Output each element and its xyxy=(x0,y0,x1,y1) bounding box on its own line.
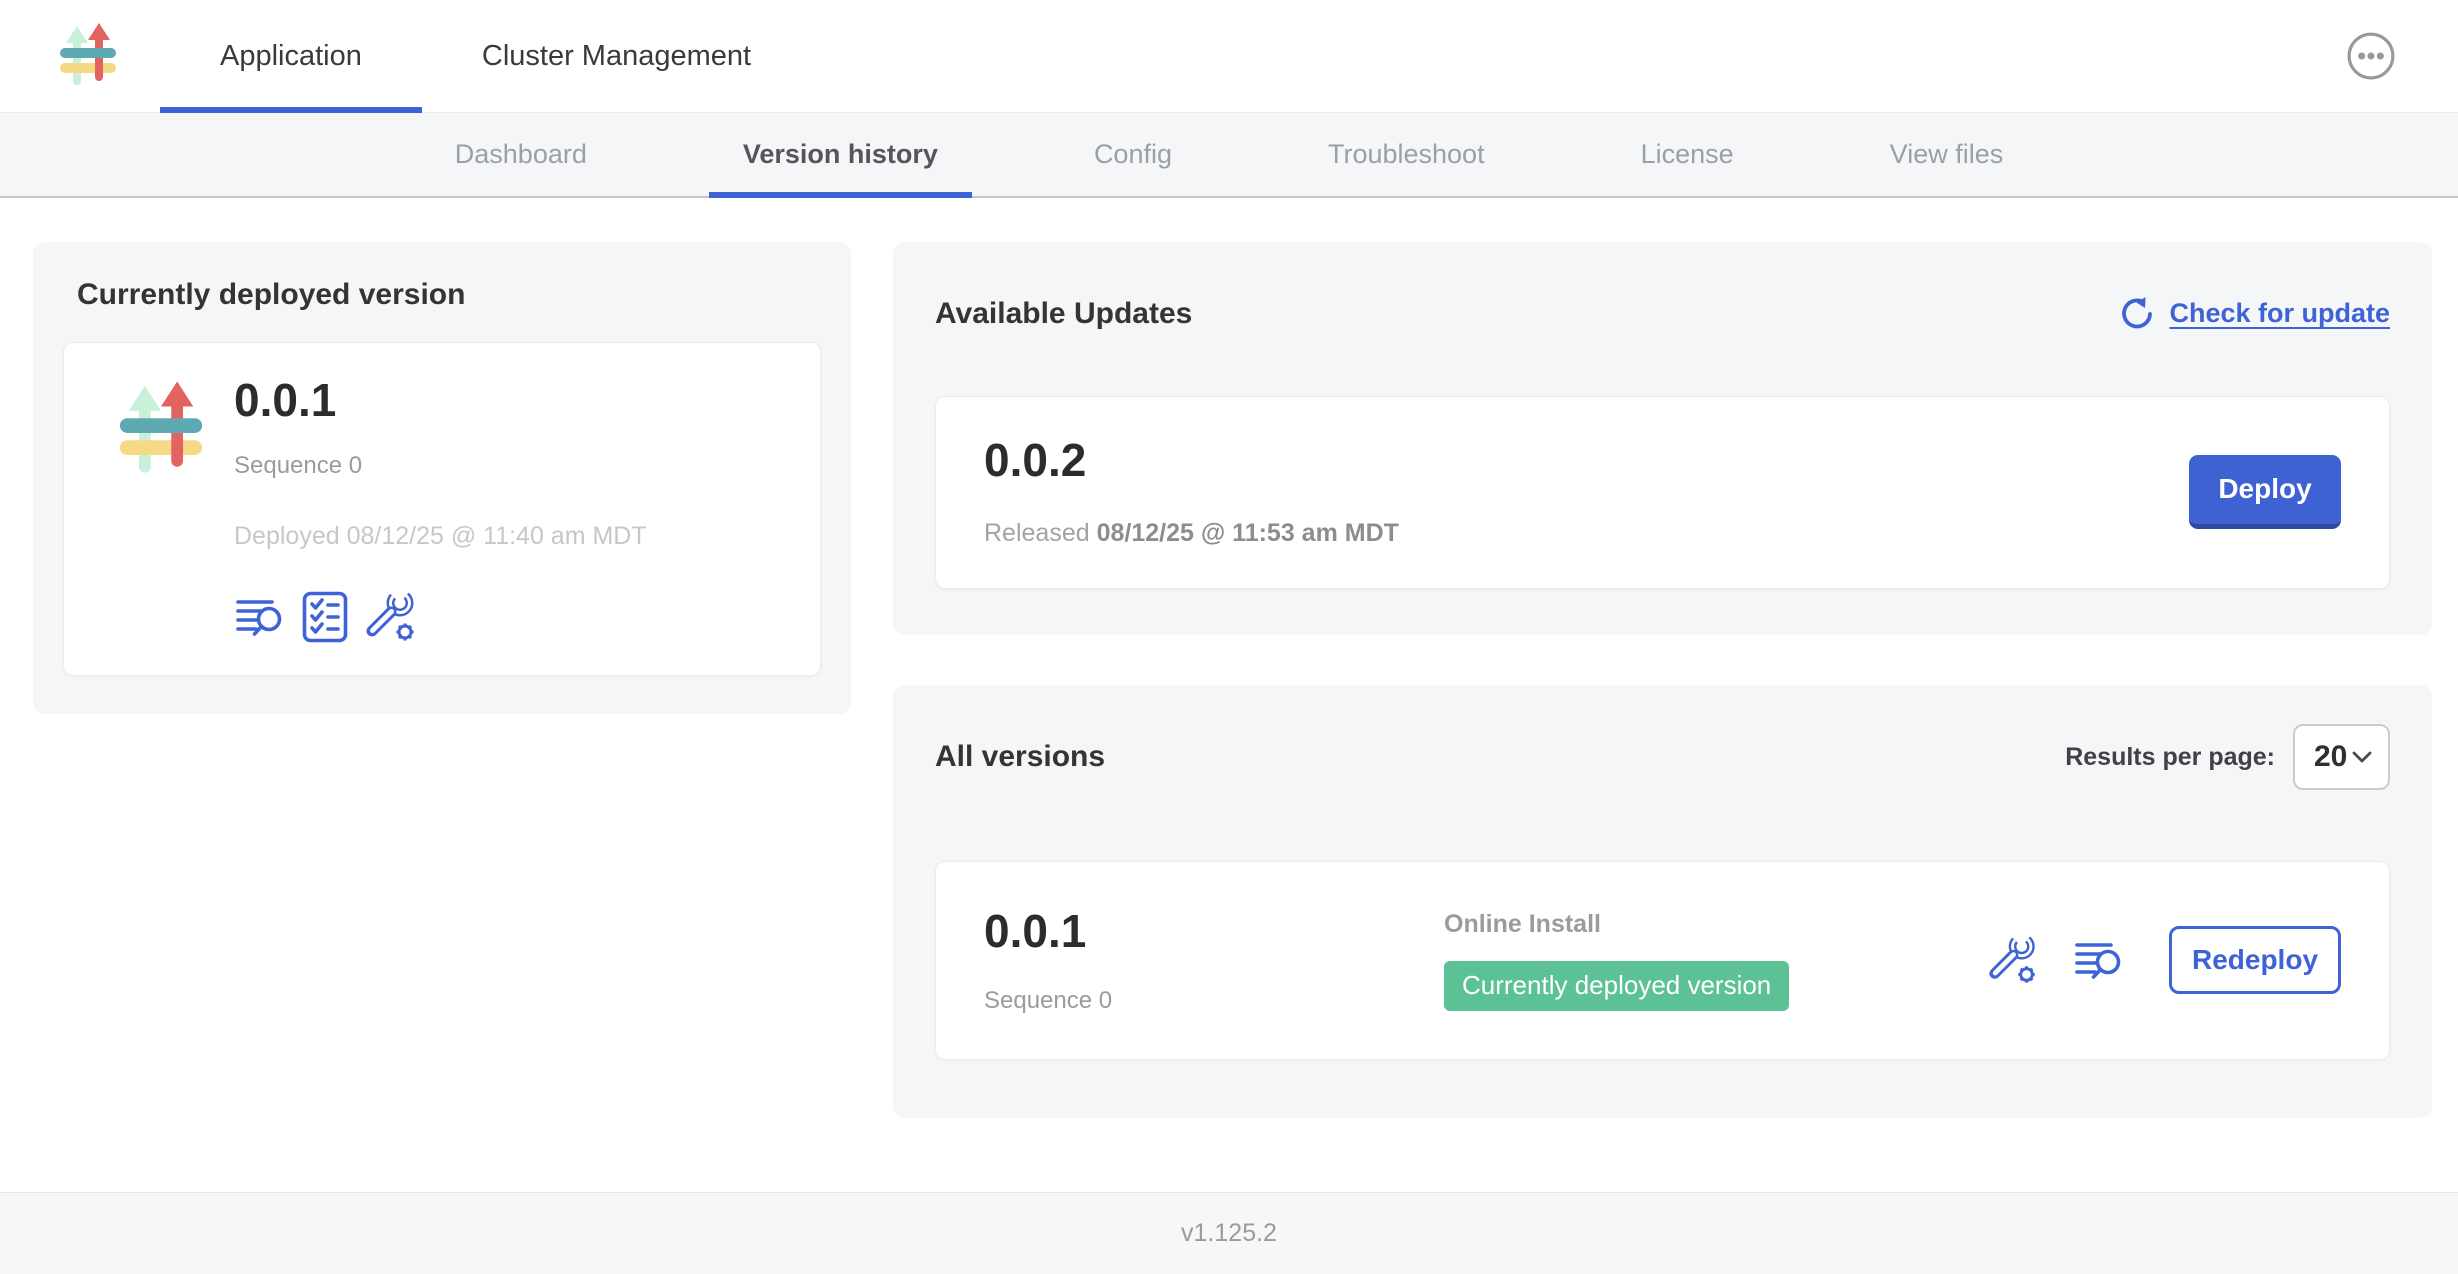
subnav-troubleshoot-label: Troubleshoot xyxy=(1328,139,1485,170)
released-prefix: Released xyxy=(984,519,1090,547)
version-row: 0.0.1 Sequence 0 Online Install Currentl… xyxy=(935,861,2390,1060)
version-row-info: 0.0.1 Sequence 0 xyxy=(984,906,1444,1015)
chevron-down-icon xyxy=(2351,750,2373,764)
current-version-actions xyxy=(234,589,647,645)
preflight-checks-button[interactable] xyxy=(302,591,348,643)
console-version: v1.125.2 xyxy=(1181,1219,1277,1248)
all-versions-card: All versions Results per page: 20 0.0.1 … xyxy=(893,685,2432,1117)
current-version-deployed-timestamp: Deployed 08/12/25 @ 11:40 am MDT xyxy=(234,522,647,551)
subnav-dashboard[interactable]: Dashboard xyxy=(421,113,621,196)
subnav-view-files[interactable]: View files xyxy=(1856,113,2038,196)
results-per-page-value: 20 xyxy=(2314,740,2347,774)
results-per-page-label: Results per page: xyxy=(2065,743,2275,772)
app-header: Application Cluster Management xyxy=(0,0,2458,113)
available-updates-title: Available Updates xyxy=(935,297,1192,331)
check-for-update-link[interactable]: Check for update xyxy=(2119,296,2390,332)
all-versions-title: All versions xyxy=(935,740,1105,774)
row-version-number: 0.0.1 xyxy=(984,906,1444,957)
subnav-config-label: Config xyxy=(1094,139,1172,170)
released-date: 08/12/25 @ 11:53 am MDT xyxy=(1097,519,1399,547)
current-version-panel: 0.0.1 Sequence 0 Deployed 08/12/25 @ 11:… xyxy=(63,342,821,676)
edit-config-icon xyxy=(364,589,420,645)
results-per-page-select[interactable]: 20 xyxy=(2293,724,2390,790)
tab-cluster-management-label: Cluster Management xyxy=(482,40,751,73)
tab-application[interactable]: Application xyxy=(160,0,422,112)
subnav-version-history-label: Version history xyxy=(743,139,938,170)
available-updates-card: Available Updates Check for update 0.0.2… xyxy=(893,242,2432,635)
deploy-button[interactable]: Deploy xyxy=(2189,455,2341,529)
subnav-version-history[interactable]: Version history xyxy=(709,113,972,196)
install-type-label: Online Install xyxy=(1444,910,1987,939)
available-update-row: 0.0.2 Released 08/12/25 @ 11:53 am MDT D… xyxy=(935,396,2390,590)
currently-deployed-card: Currently deployed version 0.0.1 Sequenc… xyxy=(33,242,851,714)
edit-config-button[interactable] xyxy=(1987,933,2041,987)
update-released-timestamp: Released 08/12/25 @ 11:53 am MDT xyxy=(984,519,1399,548)
edit-config-icon xyxy=(1987,933,2041,987)
current-version-details: 0.0.1 Sequence 0 Deployed 08/12/25 @ 11:… xyxy=(234,375,647,645)
subnav-license[interactable]: License xyxy=(1607,113,1768,196)
app-logo-arrows-icon xyxy=(114,381,208,479)
current-version-number: 0.0.1 xyxy=(234,375,647,426)
right-column: Available Updates Check for update 0.0.2… xyxy=(893,242,2432,1118)
results-per-page: Results per page: 20 xyxy=(2065,724,2390,790)
view-logs-icon xyxy=(234,594,286,640)
primary-nav: Application Cluster Management xyxy=(160,0,811,112)
subnav-license-label: License xyxy=(1641,139,1734,170)
subnav-dashboard-label: Dashboard xyxy=(455,139,587,170)
check-for-update-label: Check for update xyxy=(2169,298,2390,329)
app-subnav: Dashboard Version history Config Trouble… xyxy=(0,113,2458,198)
view-logs-button[interactable] xyxy=(2073,937,2125,983)
update-details: 0.0.2 Released 08/12/25 @ 11:53 am MDT xyxy=(984,435,1399,549)
preflight-checks-icon xyxy=(302,591,348,643)
redeploy-button[interactable]: Redeploy xyxy=(2169,926,2341,994)
ellipsis-menu-icon xyxy=(2346,31,2396,81)
update-version-number: 0.0.2 xyxy=(984,435,1399,486)
view-logs-button[interactable] xyxy=(234,594,286,640)
app-footer: v1.125.2 xyxy=(0,1192,2458,1274)
tab-cluster-management[interactable]: Cluster Management xyxy=(422,0,811,112)
edit-config-button[interactable] xyxy=(364,589,420,645)
version-row-status: Online Install Currently deployed versio… xyxy=(1444,910,1987,1011)
tab-application-label: Application xyxy=(220,40,362,73)
version-row-actions: Redeploy xyxy=(1987,926,2341,994)
subnav-view-files-label: View files xyxy=(1890,139,2004,170)
refresh-icon xyxy=(2119,296,2155,332)
app-logo-arrows-icon xyxy=(56,21,120,91)
main-content: Currently deployed version 0.0.1 Sequenc… xyxy=(0,198,2458,1118)
currently-deployed-title: Currently deployed version xyxy=(77,278,821,312)
view-logs-icon xyxy=(2073,937,2125,983)
row-version-sequence: Sequence 0 xyxy=(984,987,1444,1015)
subnav-troubleshoot[interactable]: Troubleshoot xyxy=(1294,113,1519,196)
currently-deployed-badge: Currently deployed version xyxy=(1444,961,1789,1011)
more-menu-button[interactable] xyxy=(2346,31,2396,81)
current-version-sequence: Sequence 0 xyxy=(234,452,647,480)
subnav-config[interactable]: Config xyxy=(1060,113,1206,196)
